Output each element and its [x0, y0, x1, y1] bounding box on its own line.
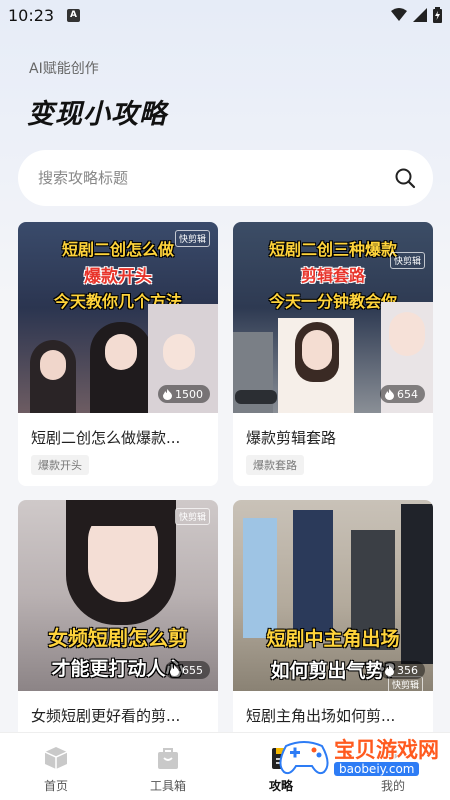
watermark: 宝贝游戏网 baobeiy.com: [272, 728, 442, 784]
person-figure: [163, 334, 195, 370]
watermark-text: 宝贝游戏网: [334, 738, 439, 762]
card-thumbnail: 短剧二创怎么做 爆款开头 今天教你几个方法 快剪辑 1500: [18, 222, 218, 413]
background-car: [235, 390, 277, 404]
page-title: 变现小攻略: [27, 99, 167, 130]
logo-badge: 快剪辑: [174, 230, 210, 247]
view-count: 1500: [175, 387, 203, 401]
view-count-badge: 655: [165, 661, 210, 679]
status-bar: 10:23 A: [0, 0, 450, 30]
view-count-badge: 654: [380, 385, 425, 403]
person-figure: [105, 334, 137, 370]
guide-card[interactable]: 短剧中主角出场 如何剪出气势? 快剪辑 356 短剧主角出场如何剪...: [233, 500, 433, 740]
box-icon: [44, 747, 68, 769]
flame-icon: [163, 388, 172, 400]
card-title: 短剧主角出场如何剪...: [246, 707, 396, 725]
search-icon[interactable]: [394, 167, 416, 189]
toolbox-icon: [158, 748, 178, 769]
battery-icon: [433, 7, 442, 23]
view-count: 356: [397, 663, 418, 677]
page-subtitle: AI赋能创作: [29, 61, 99, 77]
view-count: 654: [397, 387, 418, 401]
tab-label: 首页: [43, 779, 68, 793]
card-title: 爆款剪辑套路: [246, 429, 337, 447]
person-figure: [293, 510, 333, 640]
card-title: 短剧二创怎么做爆款...: [31, 429, 181, 447]
flame-icon: [385, 388, 394, 400]
status-icons: [391, 7, 442, 23]
person-figure: [40, 350, 66, 380]
guide-card[interactable]: 短剧二创怎么做 爆款开头 今天教你几个方法 快剪辑 1500 短剧二创怎么做爆款…: [18, 222, 218, 486]
card-thumbnail: 短剧中主角出场 如何剪出气势? 快剪辑 356: [233, 500, 433, 691]
card-tag: 爆款套路: [246, 455, 304, 475]
guide-card[interactable]: 女频短剧怎么剪 才能更打动人心 快剪辑 655 女频短剧更好看的剪...: [18, 500, 218, 740]
watermark-url: baobeiy.com: [334, 762, 420, 776]
wifi-icon: [391, 8, 407, 21]
status-time: 10:23: [8, 6, 55, 25]
view-count-badge: 356: [380, 661, 425, 679]
person-figure: [243, 518, 277, 638]
flame-icon: [170, 664, 179, 676]
person-figure: [302, 330, 332, 370]
thumb-line: 女频短剧怎么剪: [48, 626, 188, 650]
tab-home[interactable]: 首页: [11, 733, 101, 800]
thumb-line: 爆款开头: [84, 267, 152, 287]
view-count-badge: 1500: [158, 385, 210, 403]
view-count: 655: [182, 663, 203, 677]
flame-icon: [385, 664, 394, 676]
thumb-line: 短剧中主角出场: [266, 628, 400, 650]
card-tag: 爆款开头: [31, 455, 89, 475]
gamepad-icon: [279, 741, 329, 775]
tab-toolbox[interactable]: 工具箱: [123, 733, 213, 800]
card-title: 女频短剧更好看的剪...: [31, 707, 181, 725]
search-input[interactable]: [38, 150, 378, 206]
card-thumbnail: 女频短剧怎么剪 才能更打动人心 快剪辑 655: [18, 500, 218, 691]
search-box[interactable]: [18, 150, 433, 206]
logo-badge: 快剪辑: [389, 252, 425, 269]
logo-badge: 快剪辑: [174, 508, 210, 525]
notification-icon: A: [67, 9, 80, 22]
signal-icon: [413, 8, 427, 22]
person-figure: [86, 500, 160, 526]
person-figure: [389, 312, 425, 356]
tab-label: 工具箱: [149, 779, 186, 793]
guide-card[interactable]: 短剧二创三种爆款 剪辑套路 今天一分钟教会你 快剪辑 654 爆款剪辑套路 爆款…: [233, 222, 433, 486]
card-thumbnail: 短剧二创三种爆款 剪辑套路 今天一分钟教会你 快剪辑 654: [233, 222, 433, 413]
